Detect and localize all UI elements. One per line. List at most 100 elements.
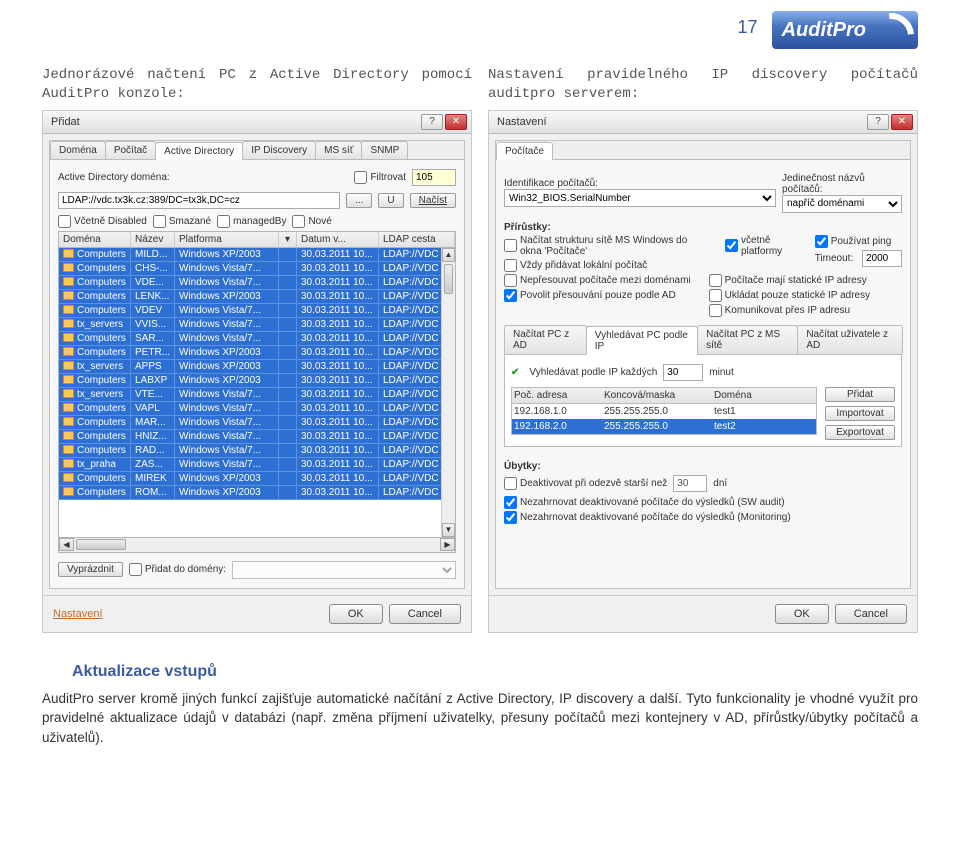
table-row[interactable]: tx_serversVTE...Windows Vista/7...30.03.… [59,388,455,402]
col-name[interactable]: Název [131,232,175,247]
chk-noswap[interactable] [504,274,517,287]
col-dropdown[interactable]: ▾ [279,232,297,247]
chk-nez-sw[interactable] [504,496,517,509]
brand-text: AuditPro [782,19,866,42]
chk-allowmove[interactable] [504,289,517,302]
table-row[interactable]: ComputersPETR...Windows XP/200330.03.201… [59,346,455,360]
table-row[interactable]: ComputersVAPLWindows Vista/7...30.03.201… [59,402,455,416]
table-row[interactable]: ComputersSAR...Windows Vista/7...30.03.2… [59,332,455,346]
range-col-domain[interactable]: Doména [714,390,814,401]
right-window: Nastavení ? ✕ Počítače Identifikace počí… [488,110,918,633]
chk-savestatic[interactable] [709,289,722,302]
subtab-3[interactable]: Načítat uživatele z AD [797,325,903,354]
left-tab-1[interactable]: Počítač [105,141,156,159]
range-grid[interactable]: 192.168.1.0255.255.255.0test1192.168.2.0… [511,404,817,435]
chk-local[interactable] [504,259,517,272]
chk-ping[interactable] [815,235,828,248]
scroll-up-icon[interactable]: ▲ [442,248,455,262]
range-export-button[interactable]: Exportovat [825,425,895,440]
table-row[interactable]: ComputersVDEVWindows Vista/7...30.03.201… [59,304,455,318]
left-tab-3[interactable]: IP Discovery [242,141,316,159]
load-button[interactable]: Načíst [410,193,456,208]
scroll-thumb[interactable] [444,264,453,294]
range-col-mask[interactable]: Koncová/maska [604,390,714,401]
ok-button[interactable]: OK [775,604,829,624]
left-tab-2[interactable]: Active Directory [155,142,243,160]
left-tab-0[interactable]: Doména [50,141,106,159]
col-domain[interactable]: Doména [59,232,131,247]
table-row[interactable]: ComputersMIREKWindows XP/200330.03.2011 … [59,472,455,486]
browse-button[interactable]: ... [346,193,372,208]
right-window-title: Nastavení [497,116,547,128]
brand-swoosh-icon [872,15,908,45]
unique-select[interactable]: napříč doménami [782,195,902,213]
timeout-input[interactable] [862,250,902,267]
scroll-left-icon[interactable]: ◀ [59,538,74,551]
u-button[interactable]: U [378,193,403,208]
help-button[interactable]: ? [867,114,889,130]
chk-staticip[interactable] [709,274,722,287]
scroll-down-icon[interactable]: ▼ [442,523,455,537]
table-row[interactable]: tx_serversVVIS...Windows Vista/7...30.03… [59,318,455,332]
cancel-button[interactable]: Cancel [389,604,461,624]
table-row[interactable]: ComputersLENK...Windows XP/200330.03.201… [59,290,455,304]
col-platform[interactable]: Platforma [175,232,279,247]
table-row[interactable]: ComputersMAR...Windows Vista/7...30.03.2… [59,416,455,430]
left-window-title: Přidat [51,116,80,128]
filter-label: Filtrovat [370,172,406,183]
check-icon: ✔ [511,367,519,378]
range-row[interactable]: 192.168.1.0255.255.255.0test1 [512,404,816,419]
right-tab-0[interactable]: Počítače [496,142,553,160]
table-row[interactable]: tx_prahaZAS...Windows Vista/7...30.03.20… [59,458,455,472]
timeout-label: Timeout: [815,253,854,264]
range-import-button[interactable]: Importovat [825,406,895,421]
chk-struct[interactable] [504,239,517,252]
deact-days [673,475,707,492]
chk-nez-mon[interactable] [504,511,517,524]
horizontal-scrollbar[interactable]: ◀ ▶ [58,538,456,553]
filter-checkbox[interactable] [354,171,367,184]
chk-deleted[interactable] [153,215,166,228]
left-grid-body[interactable]: ComputersMILD...Windows XP/200330.03.201… [58,248,456,538]
searchip-interval[interactable] [663,364,703,381]
range-row[interactable]: 192.168.2.0255.255.255.0test2 [512,419,816,434]
chk-add-to-domain[interactable] [129,563,142,576]
chk-deact[interactable] [504,477,517,490]
table-row[interactable]: ComputersVDE...Windows Vista/7...30.03.2… [59,276,455,290]
scroll-right-icon[interactable]: ▶ [440,538,455,551]
table-row[interactable]: ComputersRAD...Windows Vista/7...30.03.2… [59,444,455,458]
close-button[interactable]: ✕ [891,114,913,130]
chk-platforms[interactable] [725,239,738,252]
ad-domain-input[interactable] [58,192,340,209]
chk-commip[interactable] [709,304,722,317]
left-tab-5[interactable]: SNMP [361,141,408,159]
settings-link[interactable]: Nastavení [53,608,103,620]
subtab-2[interactable]: Načítat PC z MS sítě [697,325,798,354]
range-col-start[interactable]: Poč. adresa [514,390,604,401]
vertical-scrollbar[interactable]: ▲ ▼ [441,248,455,537]
col-date[interactable]: Datum v... [297,232,379,247]
help-button[interactable]: ? [421,114,443,130]
col-ldap[interactable]: LDAP cesta [379,232,455,247]
table-row[interactable]: ComputersROM...Windows XP/200330.03.2011… [59,486,455,500]
range-add-button[interactable]: Přidat [825,387,895,402]
table-row[interactable]: ComputersHNIZ...Windows Vista/7...30.03.… [59,430,455,444]
empty-button[interactable]: Vyprázdnit [58,562,123,577]
table-row[interactable]: ComputersCHS-...Windows Vista/7...30.03.… [59,262,455,276]
left-tab-4[interactable]: MS síť [315,141,362,159]
close-button[interactable]: ✕ [445,114,467,130]
ad-domain-label: Active Directory doména: [58,172,170,183]
table-row[interactable]: tx_serversAPPSWindows XP/200330.03.2011 … [59,360,455,374]
subtab-0[interactable]: Načítat PC z AD [504,325,587,354]
table-row[interactable]: ComputersMILD...Windows XP/200330.03.201… [59,248,455,262]
identify-select[interactable]: Win32_BIOS.SerialNumber [504,189,776,207]
chk-nove[interactable] [292,215,305,228]
table-row[interactable]: ComputersLABXPWindows XP/200330.03.2011 … [59,374,455,388]
scroll-thumb-h[interactable] [76,539,126,550]
ok-button[interactable]: OK [329,604,383,624]
cancel-button[interactable]: Cancel [835,604,907,624]
chk-managedby[interactable] [217,215,230,228]
right-titlebar: Nastavení ? ✕ [489,111,917,134]
chk-disabled[interactable] [58,215,71,228]
subtab-1[interactable]: Vyhledávat PC podle IP [586,326,698,355]
